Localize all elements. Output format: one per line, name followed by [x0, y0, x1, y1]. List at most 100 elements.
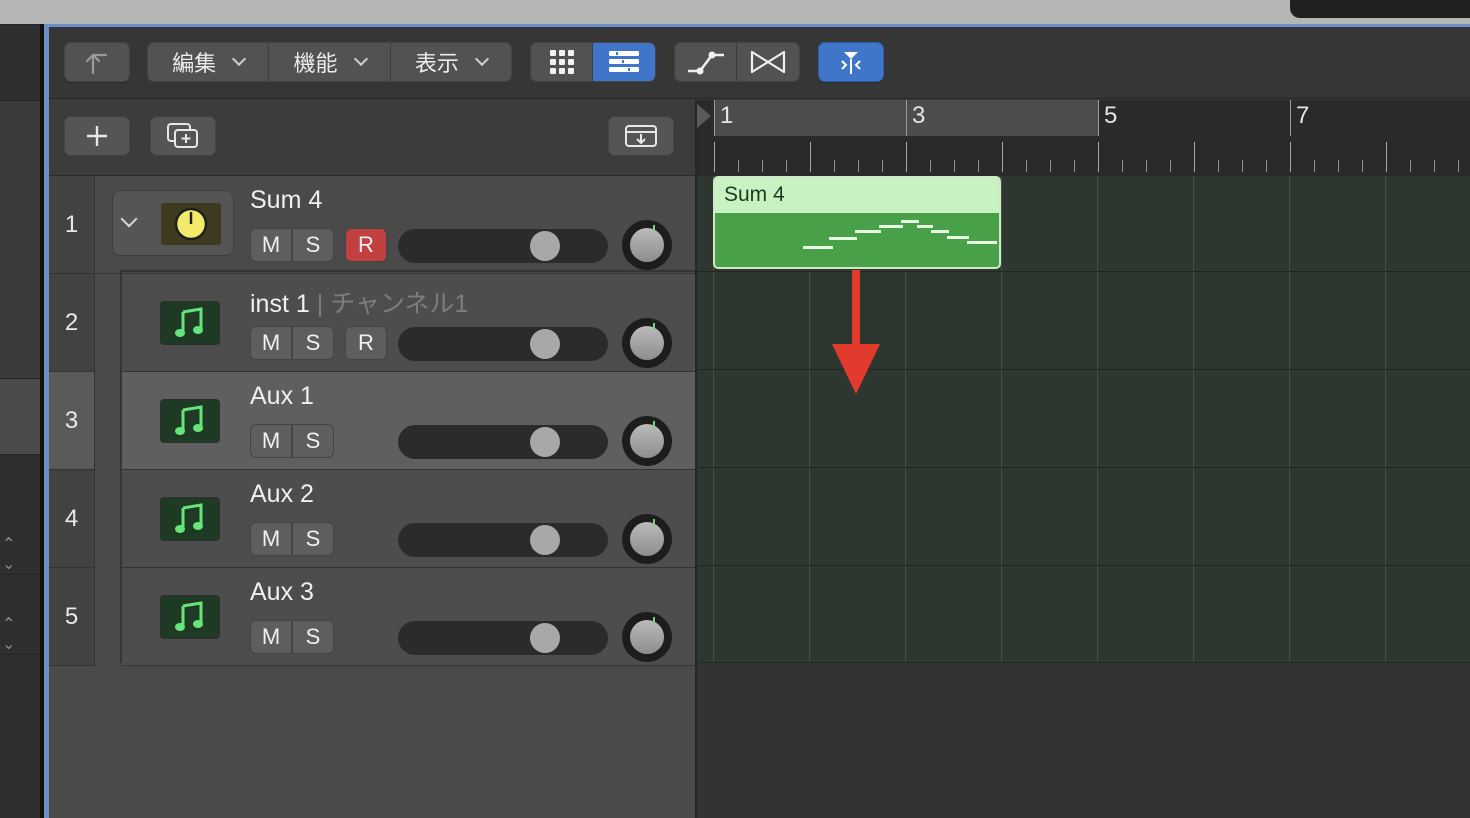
ruler-tick: [714, 142, 715, 172]
ruler-tick: [1002, 142, 1003, 172]
track-row-aux1[interactable]: Aux 1 M S: [122, 372, 695, 470]
solo-button[interactable]: S: [292, 326, 334, 360]
track-header-bar: [49, 100, 695, 176]
mute-button[interactable]: M: [250, 620, 292, 654]
solo-button[interactable]: S: [292, 522, 334, 556]
music-note-icon: [160, 595, 220, 639]
slider-thumb[interactable]: [530, 329, 560, 359]
volume-slider[interactable]: [398, 425, 608, 459]
volume-slider[interactable]: [398, 523, 608, 557]
track-name: Sum 4: [250, 186, 322, 215]
beat-gridline: [1001, 176, 1002, 663]
mute-button[interactable]: M: [250, 326, 292, 360]
beat-gridline: [1097, 176, 1098, 663]
chevron-down-icon[interactable]: [120, 210, 138, 228]
ruler-tick: [1458, 160, 1459, 172]
back-button[interactable]: [64, 42, 130, 82]
ruler-tick: [882, 160, 883, 172]
beat-gridline: [1193, 176, 1194, 663]
track-name-text: Aux 1: [250, 382, 314, 410]
midi-region[interactable]: Sum 4: [713, 176, 1001, 269]
stack-header: [112, 190, 234, 256]
slider-thumb[interactable]: [530, 231, 560, 261]
bar-line: [1290, 100, 1291, 136]
solo-button[interactable]: S: [292, 424, 334, 458]
midi-note: [967, 241, 997, 244]
bar-line: [906, 100, 907, 136]
bar-number: 7: [1296, 102, 1310, 129]
music-note-icon: [160, 399, 220, 443]
pan-knob[interactable]: [622, 220, 672, 270]
pan-knob[interactable]: [622, 318, 672, 368]
midi-note: [879, 225, 903, 228]
grid-view-button[interactable]: [531, 43, 593, 81]
inspector-block: [0, 378, 40, 454]
mute-solo: M S: [250, 522, 334, 556]
chevron-down-icon: [232, 51, 247, 67]
ruler-tick: [834, 160, 835, 172]
top-right-panel: [1290, 0, 1470, 18]
bar-line: [1098, 100, 1099, 136]
ruler-tick: [1290, 142, 1291, 172]
pan-knob[interactable]: [622, 514, 672, 564]
functions-menu[interactable]: 機能: [269, 43, 391, 81]
track-channel-text: | チャンネル1: [309, 290, 469, 318]
track-name-text: Sum 4: [250, 186, 323, 214]
duplicate-track-button[interactable]: [150, 116, 216, 156]
add-track-button[interactable]: [64, 116, 130, 156]
track-name: inst 1 | チャンネル1: [250, 284, 468, 320]
mute-button[interactable]: M: [250, 424, 292, 458]
volume-slider[interactable]: [398, 621, 608, 655]
bar-number: 3: [912, 102, 926, 129]
edit-menu[interactable]: 編集: [148, 43, 270, 81]
stepper-icon[interactable]: ⌃ ⌄: [2, 534, 20, 573]
tracks-view-button[interactable]: [593, 43, 655, 81]
solo-button[interactable]: S: [292, 228, 334, 262]
snap-button[interactable]: [818, 42, 884, 82]
ruler-tick: [1050, 160, 1051, 172]
volume-slider[interactable]: [398, 229, 608, 263]
ruler-tick: [1266, 160, 1267, 172]
lane-separator: [697, 565, 1470, 566]
track-row-aux3[interactable]: Aux 3 M S: [122, 568, 695, 666]
mute-solo: M S: [250, 228, 334, 262]
automation-button[interactable]: [675, 43, 737, 81]
ruler-tick: [1242, 160, 1243, 172]
flex-button[interactable]: [737, 43, 799, 81]
mute-button[interactable]: M: [250, 522, 292, 556]
beat-gridline: [1289, 176, 1290, 663]
chevron-down-icon: [353, 51, 368, 67]
pan-knob[interactable]: [622, 416, 672, 466]
track-row-sum4[interactable]: Sum 4 M S R: [95, 176, 695, 274]
stepper-icon[interactable]: ⌃ ⌄: [2, 614, 20, 653]
knob-indicator: [653, 617, 655, 624]
slider-thumb[interactable]: [530, 623, 560, 653]
ruler-tick: [810, 142, 811, 172]
collapse-button[interactable]: [608, 116, 674, 156]
solo-button[interactable]: S: [292, 620, 334, 654]
menu-group: 編集 機能 表示: [147, 42, 512, 82]
ruler-start-marker: [697, 104, 711, 128]
midi-note: [931, 230, 949, 233]
lane-separator: [697, 662, 1470, 663]
automation-toggle: [674, 42, 800, 82]
knob-cap: [630, 519, 664, 556]
mute-solo: M S: [250, 620, 334, 654]
track-row-inst1[interactable]: inst 1 | チャンネル1 M S R: [122, 274, 695, 372]
mute-button[interactable]: M: [250, 228, 292, 262]
record-enable-button[interactable]: R: [345, 228, 387, 262]
bar-line: [714, 100, 715, 136]
view-menu[interactable]: 表示: [391, 43, 511, 81]
slider-thumb[interactable]: [530, 525, 560, 555]
window-top-strip: [0, 0, 1470, 24]
track-number: 5: [49, 568, 95, 666]
knob-indicator: [653, 421, 655, 428]
meter-icon: [161, 203, 221, 245]
track-row-aux2[interactable]: Aux 2 M S: [122, 470, 695, 568]
ruler-tick: [786, 160, 787, 172]
slider-thumb[interactable]: [530, 427, 560, 457]
pan-knob[interactable]: [622, 612, 672, 662]
tracks-list-icon: [609, 51, 639, 72]
record-enable-button[interactable]: R: [345, 326, 387, 360]
volume-slider[interactable]: [398, 327, 608, 361]
